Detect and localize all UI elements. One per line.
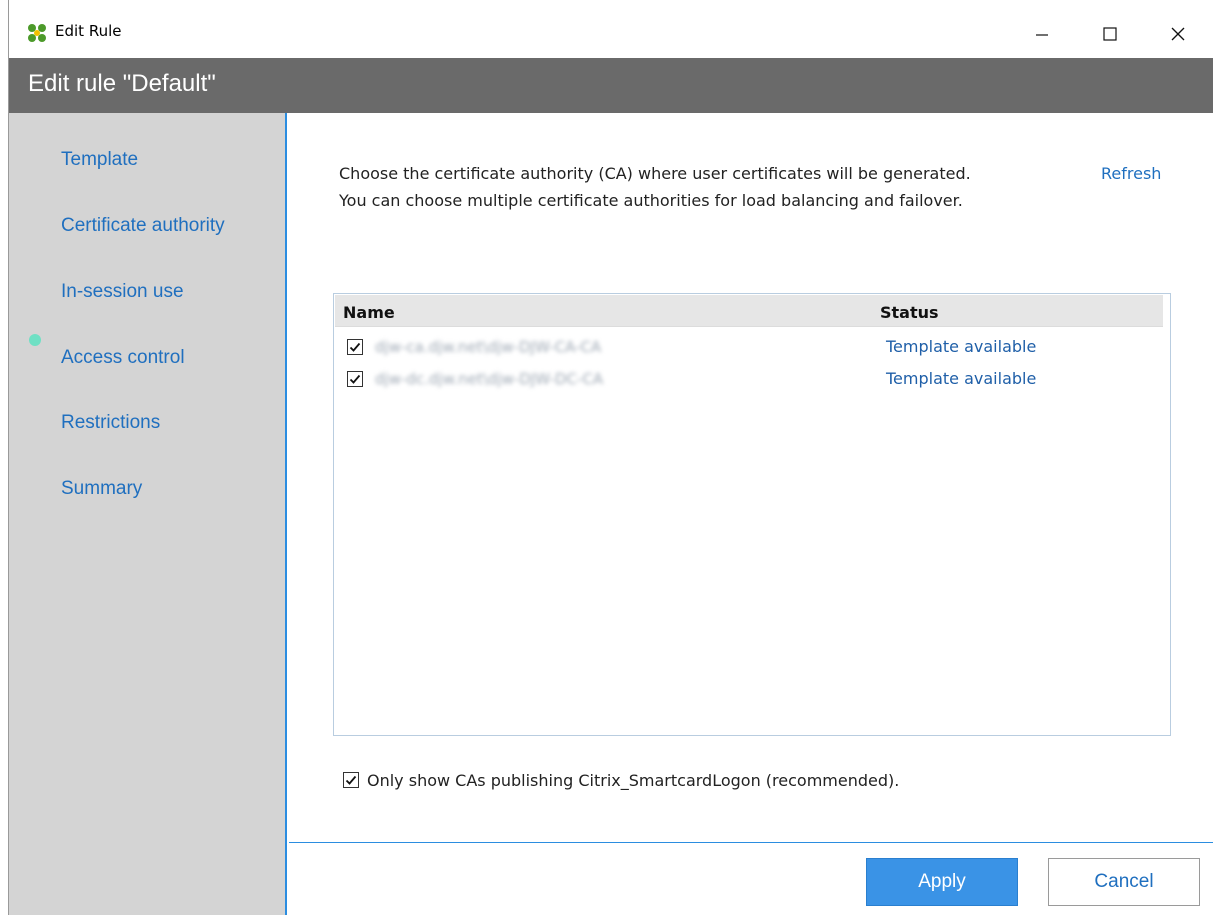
- ca-name: djw-ca.djw.net\djw-DJW-CA-CA: [375, 338, 602, 356]
- table-row[interactable]: djw-dc.djw.net\djw-DJW-DC-CA Template av…: [335, 363, 1171, 395]
- minimize-icon: [1036, 34, 1048, 36]
- minimize-button[interactable]: [1019, 14, 1065, 54]
- citrix-app-icon: [28, 24, 46, 42]
- refresh-link[interactable]: Refresh: [1101, 160, 1161, 187]
- checkmark-icon: [349, 342, 361, 352]
- table-row[interactable]: djw-ca.djw.net\djw-DJW-CA-CA Template av…: [335, 331, 1171, 363]
- maximize-button[interactable]: [1087, 14, 1133, 54]
- description-line-2: You can choose multiple certificate auth…: [339, 191, 963, 210]
- page-header: Edit rule "Default": [9, 58, 1213, 113]
- sidebar-item-access-control[interactable]: Access control: [61, 347, 185, 369]
- window-title: Edit Rule: [55, 22, 122, 40]
- ca-status: Template available: [886, 369, 1037, 388]
- cancel-button[interactable]: Cancel: [1048, 858, 1200, 906]
- close-icon: [1171, 27, 1185, 41]
- description-line-1: Choose the certificate authority (CA) wh…: [339, 164, 971, 183]
- ca-name: djw-dc.djw.net\djw-DJW-DC-CA: [375, 370, 604, 388]
- ca-status: Template available: [886, 337, 1037, 356]
- main-panel: Choose the certificate authority (CA) wh…: [289, 113, 1213, 915]
- maximize-icon: [1103, 27, 1117, 41]
- column-header-name[interactable]: Name: [343, 303, 395, 322]
- row-checkbox[interactable]: [347, 339, 363, 355]
- column-header-status[interactable]: Status: [880, 303, 939, 322]
- ca-list[interactable]: Name Status djw-ca.djw.net\djw-DJW-CA-CA…: [333, 293, 1171, 736]
- page-title: Edit rule "Default": [28, 70, 216, 97]
- sidebar-item-in-session-use[interactable]: In-session use: [61, 281, 184, 303]
- list-header: Name Status: [335, 295, 1163, 327]
- sidebar-item-template[interactable]: Template: [61, 149, 138, 171]
- smartcard-filter-checkbox[interactable]: [343, 772, 359, 788]
- wizard-sidebar: Template Certificate authority In-sessio…: [9, 113, 287, 915]
- title-bar: Edit Rule: [9, 0, 1213, 58]
- smartcard-filter-label: Only show CAs publishing Citrix_Smartcar…: [367, 770, 900, 790]
- description: Choose the certificate authority (CA) wh…: [339, 160, 971, 214]
- checkmark-icon: [345, 775, 357, 785]
- row-checkbox[interactable]: [347, 371, 363, 387]
- sidebar-item-restrictions[interactable]: Restrictions: [61, 412, 160, 434]
- sidebar-item-summary[interactable]: Summary: [61, 478, 142, 500]
- smartcard-filter-option[interactable]: Only show CAs publishing Citrix_Smartcar…: [343, 769, 899, 791]
- sidebar-item-certificate-authority[interactable]: Certificate authority: [61, 215, 225, 237]
- apply-button[interactable]: Apply: [866, 858, 1018, 906]
- edit-rule-window: Edit Rule Edit rule "Default" Template C…: [8, 0, 1213, 915]
- footer-divider: [289, 842, 1213, 843]
- checkmark-icon: [349, 374, 361, 384]
- close-button[interactable]: [1155, 14, 1201, 54]
- active-step-indicator: [29, 334, 41, 346]
